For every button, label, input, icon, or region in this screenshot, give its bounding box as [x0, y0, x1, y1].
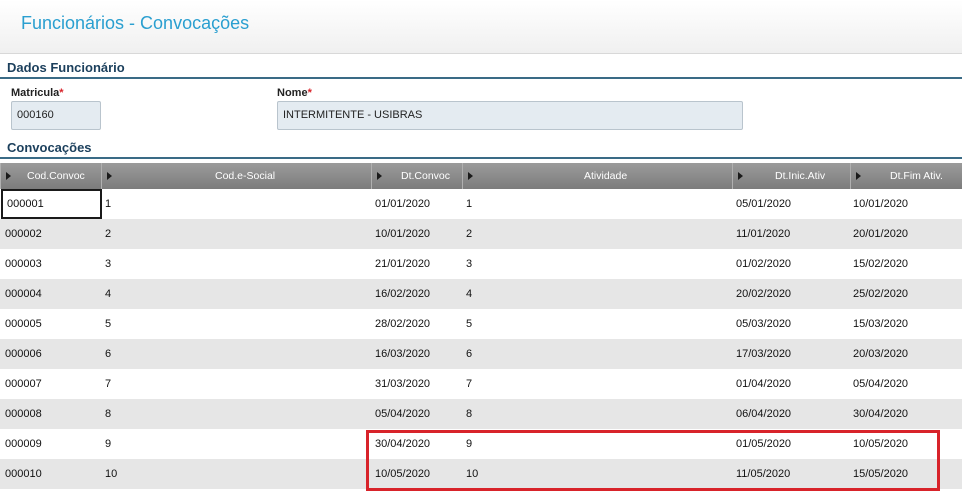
cell-dt-convoc[interactable]: 31/03/2020	[375, 369, 430, 399]
cell-atividade[interactable]: 8	[466, 399, 472, 429]
matricula-field[interactable]: 000160	[11, 101, 101, 130]
sort-arrow-icon	[377, 172, 382, 180]
required-marker: *	[59, 87, 64, 99]
cell-dt-inic-ativ[interactable]: 20/02/2020	[736, 279, 791, 309]
cell-cod-convoc[interactable]: 000007	[5, 369, 42, 399]
cell-atividade[interactable]: 4	[466, 279, 472, 309]
table-row[interactable]: 000009 9 30/04/2020 9 01/05/2020 10/05/2020	[0, 429, 962, 459]
cell-cod-esocial[interactable]: 4	[105, 279, 111, 309]
page-header: Funcionários - Convocações	[0, 0, 962, 54]
cell-dt-fim-ativ[interactable]: 20/01/2020	[853, 219, 908, 249]
cell-atividade[interactable]: 3	[466, 249, 472, 279]
table-row[interactable]: 000010 10 10/05/2020 10 11/05/2020 15/05/2020	[0, 459, 962, 489]
column-header-cod-esocial[interactable]: Cod.e-Social	[101, 163, 371, 189]
table-row[interactable]: 000004 4 16/02/2020 4 20/02/2020 25/02/2020	[0, 279, 962, 309]
cell-dt-inic-ativ[interactable]: 11/01/2020	[736, 219, 790, 249]
column-header-dt-fim-ativ[interactable]: Dt.Fim Ativ.	[850, 163, 962, 189]
section-title-convocacoes: Convocações	[7, 140, 92, 155]
cell-cod-convoc[interactable]: 000010	[5, 459, 42, 489]
cell-dt-convoc[interactable]: 10/05/2020	[375, 459, 430, 489]
section-divider	[0, 157, 962, 159]
page-title: Funcionários - Convocações	[21, 13, 250, 33]
cell-dt-fim-ativ[interactable]: 15/03/2020	[853, 309, 908, 339]
cell-atividade[interactable]: 9	[466, 429, 472, 459]
cell-dt-fim-ativ[interactable]: 30/04/2020	[853, 399, 908, 429]
cell-atividade[interactable]: 10	[466, 459, 478, 489]
cell-cod-esocial[interactable]: 9	[105, 429, 111, 459]
table-row[interactable]: 000006 6 16/03/2020 6 17/03/2020 20/03/2020	[0, 339, 962, 369]
cell-cod-convoc[interactable]: 000002	[5, 219, 42, 249]
cell-atividade[interactable]: 2	[466, 219, 472, 249]
cell-dt-convoc[interactable]: 30/04/2020	[375, 429, 430, 459]
cell-dt-inic-ativ[interactable]: 06/04/2020	[736, 399, 791, 429]
section-title-dados-funcionario: Dados Funcionário	[7, 60, 125, 75]
cell-dt-inic-ativ[interactable]: 05/03/2020	[736, 309, 791, 339]
column-header-cod-convoc[interactable]: Cod.Convoc	[0, 163, 101, 189]
cell-dt-inic-ativ[interactable]: 01/02/2020	[736, 249, 791, 279]
cell-atividade[interactable]: 5	[466, 309, 472, 339]
cell-dt-inic-ativ[interactable]: 01/04/2020	[736, 369, 791, 399]
cell-cod-convoc[interactable]: 000009	[5, 429, 42, 459]
cell-cod-convoc[interactable]: 000008	[5, 399, 42, 429]
cell-dt-fim-ativ[interactable]: 20/03/2020	[853, 339, 908, 369]
cell-dt-inic-ativ[interactable]: 17/03/2020	[736, 339, 791, 369]
nome-field[interactable]: INTERMITENTE - USIBRAS	[277, 101, 743, 130]
cell-cod-esocial[interactable]: 8	[105, 399, 111, 429]
sort-arrow-icon	[6, 172, 11, 180]
nome-label: Nome*	[277, 87, 312, 99]
cell-cod-convoc[interactable]: 000003	[5, 249, 42, 279]
cell-dt-fim-ativ[interactable]: 10/05/2020	[853, 429, 908, 459]
cell-dt-convoc[interactable]: 10/01/2020	[375, 219, 430, 249]
cell-dt-inic-ativ[interactable]: 05/01/2020	[736, 189, 791, 219]
sort-arrow-icon	[856, 172, 861, 180]
cell-dt-convoc[interactable]: 05/04/2020	[375, 399, 430, 429]
cell-dt-fim-ativ[interactable]: 25/02/2020	[853, 279, 908, 309]
cell-cod-esocial[interactable]: 1	[105, 189, 111, 219]
table-row[interactable]: 000001 1 01/01/2020 1 05/01/2020 10/01/2020	[0, 189, 962, 219]
column-header-dt-inic-ativ[interactable]: Dt.Inic.Ativ	[732, 163, 850, 189]
table-row[interactable]: 000008 8 05/04/2020 8 06/04/2020 30/04/2020	[0, 399, 962, 429]
cell-dt-convoc[interactable]: 16/02/2020	[375, 279, 430, 309]
cell-dt-convoc[interactable]: 01/01/2020	[375, 189, 430, 219]
table-row[interactable]: 000003 3 21/01/2020 3 01/02/2020 15/02/2020	[0, 249, 962, 279]
matricula-label: Matricula*	[11, 87, 64, 99]
table-row[interactable]: 000007 7 31/03/2020 7 01/04/2020 05/04/2020	[0, 369, 962, 399]
cell-cod-esocial[interactable]: 7	[105, 369, 111, 399]
cell-cod-convoc[interactable]: 000005	[5, 309, 42, 339]
required-marker: *	[307, 87, 312, 99]
table-row[interactable]: 000002 2 10/01/2020 2 11/01/2020 20/01/2020	[0, 219, 962, 249]
cell-atividade[interactable]: 7	[466, 369, 472, 399]
cell-dt-fim-ativ[interactable]: 15/05/2020	[853, 459, 908, 489]
cell-dt-convoc[interactable]: 16/03/2020	[375, 339, 430, 369]
cell-cod-esocial[interactable]: 10	[105, 459, 117, 489]
table-row[interactable]: 000005 5 28/02/2020 5 05/03/2020 15/03/2020	[0, 309, 962, 339]
cell-dt-fim-ativ[interactable]: 10/01/2020	[853, 189, 908, 219]
sort-arrow-icon	[468, 172, 473, 180]
cell-cod-esocial[interactable]: 5	[105, 309, 111, 339]
cell-dt-fim-ativ[interactable]: 05/04/2020	[853, 369, 908, 399]
cell-cod-esocial[interactable]: 2	[105, 219, 111, 249]
sort-arrow-icon	[107, 172, 112, 180]
cell-cod-convoc[interactable]: 000004	[5, 279, 42, 309]
cell-cod-convoc[interactable]: 000001	[1, 189, 102, 219]
cell-dt-inic-ativ[interactable]: 01/05/2020	[736, 429, 791, 459]
cell-dt-convoc[interactable]: 28/02/2020	[375, 309, 430, 339]
grid-header: Cod.Convoc Cod.e-Social Dt.Convoc Ativid…	[0, 163, 962, 189]
cell-cod-esocial[interactable]: 3	[105, 249, 111, 279]
cell-dt-inic-ativ[interactable]: 11/05/2020	[736, 459, 790, 489]
cell-atividade[interactable]: 1	[466, 189, 472, 219]
cell-dt-convoc[interactable]: 21/01/2020	[375, 249, 430, 279]
sort-arrow-icon	[738, 172, 743, 180]
cell-cod-esocial[interactable]: 6	[105, 339, 111, 369]
cell-cod-convoc[interactable]: 000006	[5, 339, 42, 369]
column-header-dt-convoc[interactable]: Dt.Convoc	[371, 163, 462, 189]
section-divider	[0, 77, 962, 79]
cell-atividade[interactable]: 6	[466, 339, 472, 369]
column-header-atividade[interactable]: Atividade	[462, 163, 732, 189]
cell-dt-fim-ativ[interactable]: 15/02/2020	[853, 249, 908, 279]
